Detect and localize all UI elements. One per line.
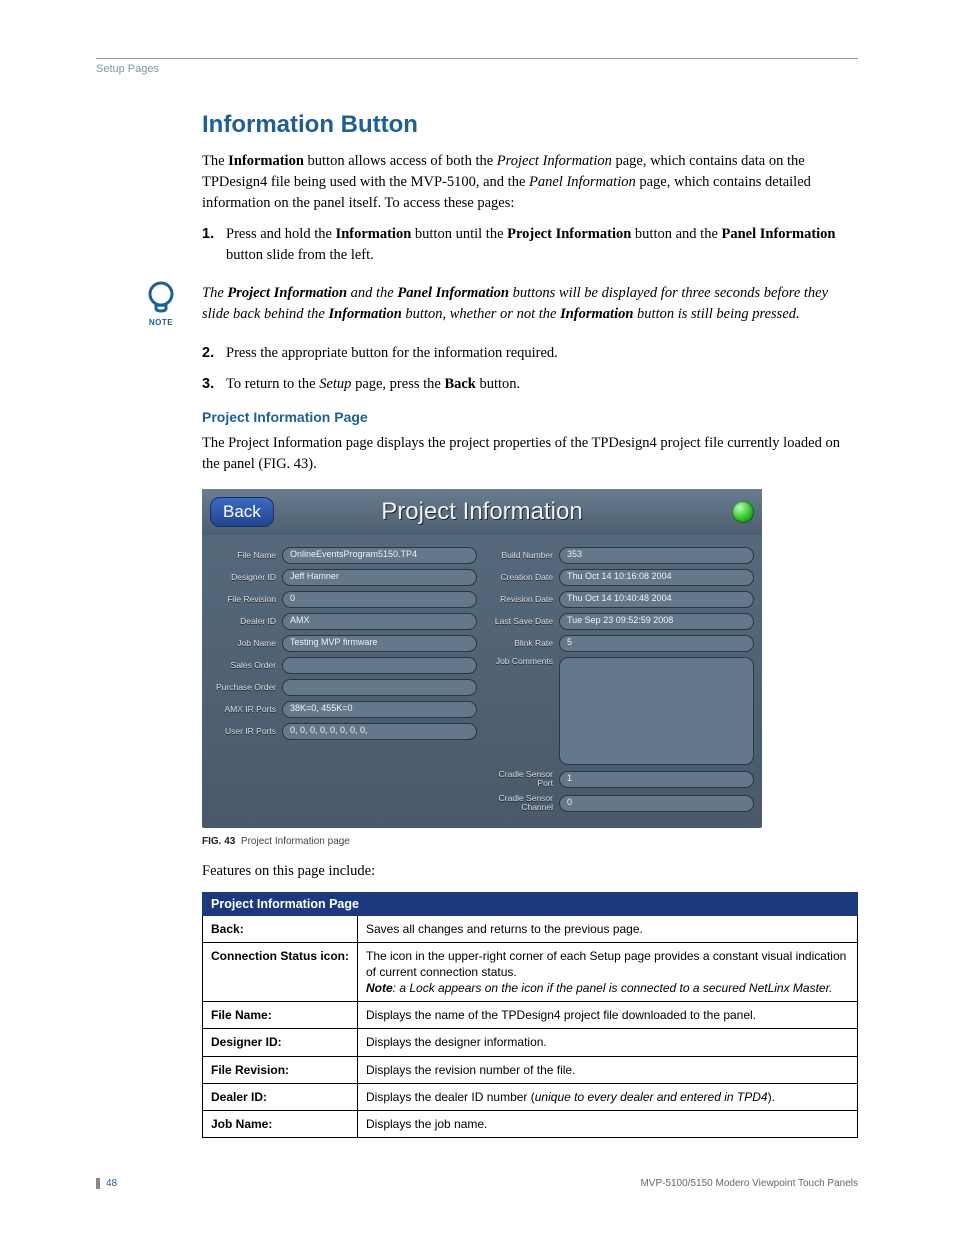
panel-field-value[interactable]: Thu Oct 14 10:16:08 2004 [559, 569, 754, 586]
table-row-label: Connection Status icon: [203, 942, 358, 1002]
table-row-label: Dealer ID: [203, 1083, 358, 1110]
page-number: 48 [106, 1178, 117, 1189]
table-row-desc: Displays the designer information. [358, 1029, 858, 1056]
table-row-desc: Displays the name of the TPDesign4 proje… [358, 1002, 858, 1029]
panel-field-label: Sales Order [210, 661, 282, 670]
features-intro: Features on this page include: [202, 861, 858, 882]
panel-field-value[interactable]: Tue Sep 23 09:52:59 2008 [559, 613, 754, 630]
step-3: 3. To return to the Setup page, press th… [202, 374, 858, 395]
page-footer: 48 MVP-5100/5150 Modero Viewpoint Touch … [96, 1178, 858, 1189]
panel-row: Sales Order [210, 657, 477, 674]
note-callout: NOTE The Project Information and the Pan… [136, 280, 858, 327]
panel-field-value[interactable]: Thu Oct 14 10:40:48 2004 [559, 591, 754, 608]
sub-intro: The Project Information page displays th… [202, 433, 858, 475]
panel-row: Last Save DateTue Sep 23 09:52:59 2008 [487, 613, 754, 630]
table-row: Job Name:Displays the job name. [203, 1111, 858, 1138]
panel-field-value[interactable]: 353 [559, 547, 754, 564]
panel-row: Purchase Order [210, 679, 477, 696]
panel-row: Revision DateThu Oct 14 10:40:48 2004 [487, 591, 754, 608]
panel-field-label: Revision Date [487, 595, 559, 604]
panel-field-value[interactable]: Jeff Hamner [282, 569, 477, 586]
table-row: File Revision:Displays the revision numb… [203, 1056, 858, 1083]
table-row: Back:Saves all changes and returns to th… [203, 915, 858, 942]
panel-title: Project Information [202, 498, 762, 526]
panel-field-label: Purchase Order [210, 683, 282, 692]
panel-field-label: Job Name [210, 639, 282, 648]
panel-row: User IR Ports0, 0, 0, 0, 0, 0, 0, 0, [210, 723, 477, 740]
panel-row: Dealer IDAMX [210, 613, 477, 630]
panel-row: AMX IR Ports38K=0, 455K=0 [210, 701, 477, 718]
panel-field-label: Job Comments [487, 657, 559, 666]
panel-field-label: Blink Rate [487, 639, 559, 648]
panel-field-label: Cradle Sensor Channel [487, 794, 559, 813]
panel-field-value[interactable]: AMX [282, 613, 477, 630]
table-row-label: Designer ID: [203, 1029, 358, 1056]
figure-caption: FIG. 43 Project Information page [202, 836, 858, 847]
table-row-desc: Saves all changes and returns to the pre… [358, 915, 858, 942]
table-row: Connection Status icon:The icon in the u… [203, 942, 858, 1002]
panel-row: Build Number353 [487, 547, 754, 564]
panel-field-value[interactable]: 0 [559, 795, 754, 812]
panel-titlebar: Back Project Information [202, 489, 762, 535]
step-2: 2. Press the appropriate button for the … [202, 343, 858, 364]
panel-field-value[interactable]: OnlineEventsProgram5150.TP4 [282, 547, 477, 564]
connection-status-icon [732, 501, 754, 523]
panel-field-label: Last Save Date [487, 617, 559, 626]
table-row-label: File Revision: [203, 1056, 358, 1083]
table-row-desc: Displays the revision number of the file… [358, 1056, 858, 1083]
panel-field-label: AMX IR Ports [210, 705, 282, 714]
panel-field-label: Dealer ID [210, 617, 282, 626]
panel-field-value[interactable] [282, 657, 477, 674]
panel-field-value[interactable]: 5 [559, 635, 754, 652]
panel-field-label: File Name [210, 551, 282, 560]
panel-field-label: User IR Ports [210, 727, 282, 736]
table-title: Project Information Page [203, 892, 858, 915]
breadcrumb: Setup Pages [96, 63, 159, 75]
panel-field-value[interactable]: 1 [559, 771, 754, 788]
panel-field-value[interactable] [282, 679, 477, 696]
table-row-desc: The icon in the upper-right corner of ea… [358, 942, 858, 1002]
table-row: File Name:Displays the name of the TPDes… [203, 1002, 858, 1029]
panel-row: File Revision0 [210, 591, 477, 608]
table-row-label: File Name: [203, 1002, 358, 1029]
step-1: 1. Press and hold the Information button… [202, 224, 858, 266]
panel-field-label: Creation Date [487, 573, 559, 582]
panel-field-value[interactable]: 38K=0, 455K=0 [282, 701, 477, 718]
footer-text: MVP-5100/5150 Modero Viewpoint Touch Pan… [640, 1178, 858, 1189]
panel-field-label: Build Number [487, 551, 559, 560]
panel-row: File NameOnlineEventsProgram5150.TP4 [210, 547, 477, 564]
lightbulb-icon [144, 280, 178, 316]
subheading: Project Information Page [202, 409, 858, 425]
panel-field-value[interactable] [559, 657, 754, 765]
panel-field-label: Cradle Sensor Port [487, 770, 559, 789]
table-row-label: Job Name: [203, 1111, 358, 1138]
note-icon: NOTE [136, 280, 186, 327]
panel-field-label: Designer ID [210, 573, 282, 582]
panel-row: Job Comments [487, 657, 754, 765]
table-row: Designer ID:Displays the designer inform… [203, 1029, 858, 1056]
section-title: Information Button [202, 111, 858, 139]
panel-field-value[interactable]: 0 [282, 591, 477, 608]
panel-row: Designer IDJeff Hamner [210, 569, 477, 586]
intro-paragraph: The Information button allows access of … [202, 151, 858, 214]
back-button[interactable]: Back [210, 497, 274, 527]
panel-row: Cradle Sensor Port1 [487, 770, 754, 789]
panel-row: Job NameTesting MVP firmware [210, 635, 477, 652]
page-header: Setup Pages [96, 58, 858, 75]
table-row: Dealer ID:Displays the dealer ID number … [203, 1083, 858, 1110]
panel-row: Creation DateThu Oct 14 10:16:08 2004 [487, 569, 754, 586]
table-row-desc: Displays the dealer ID number (unique to… [358, 1083, 858, 1110]
panel-row: Blink Rate5 [487, 635, 754, 652]
panel-row: Cradle Sensor Channel0 [487, 794, 754, 813]
figure-panel: Back Project Information File NameOnline… [202, 489, 858, 827]
panel-field-value[interactable]: Testing MVP firmware [282, 635, 477, 652]
features-table: Project Information Page Back:Saves all … [202, 892, 858, 1139]
panel-field-label: File Revision [210, 595, 282, 604]
table-row-label: Back: [203, 915, 358, 942]
panel-field-value[interactable]: 0, 0, 0, 0, 0, 0, 0, 0, [282, 723, 477, 740]
table-row-desc: Displays the job name. [358, 1111, 858, 1138]
note-text: The Project Information and the Panel In… [186, 283, 858, 325]
